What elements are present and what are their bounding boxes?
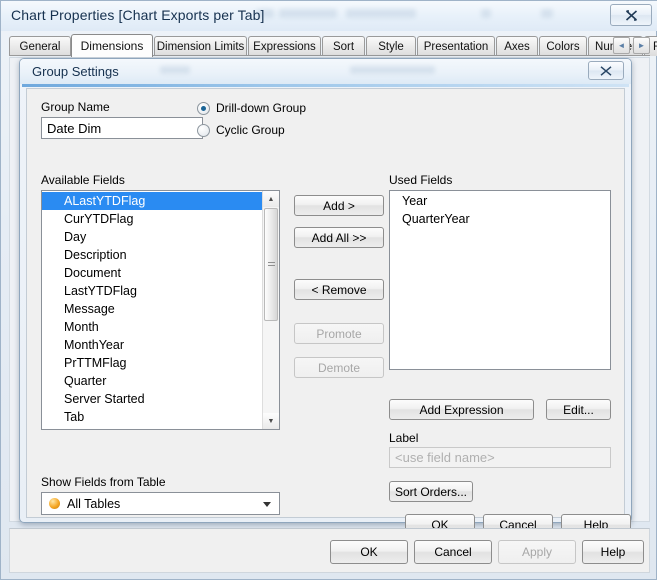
window-titlebar: Chart Properties [Chart Exports per Tab] (1, 1, 657, 31)
tab-colors[interactable]: Colors (539, 36, 587, 56)
list-item[interactable]: ALastYTDFlag (42, 192, 262, 210)
add-all-button[interactable]: Add All >> (294, 227, 384, 248)
group-settings-dialog: Group Settings Group Name Date Dim Drill… (19, 58, 632, 536)
used-fields-label: Used Fields (389, 173, 453, 187)
list-item[interactable]: Document (42, 264, 262, 282)
list-item[interactable]: PrTTMFlag (42, 354, 262, 372)
group-settings-titlebar: Group Settings (20, 59, 631, 84)
label-field-input[interactable]: <use field name> (389, 447, 611, 468)
radio-unselected-icon (197, 123, 210, 137)
list-item[interactable]: Quarter (42, 372, 262, 390)
chevron-down-icon (263, 501, 271, 507)
group-name-label: Group Name (41, 100, 110, 114)
radio-selected-icon (197, 101, 210, 115)
tab-presentation[interactable]: Presentation (417, 36, 495, 56)
dialog-ghost-artifact (160, 66, 190, 74)
help-button[interactable]: Help (582, 540, 644, 564)
dialog-accent-bar (22, 84, 629, 87)
demote-button[interactable]: Demote (294, 357, 384, 378)
sort-orders-button[interactable]: Sort Orders... (389, 481, 473, 502)
list-item[interactable]: Year (390, 192, 610, 210)
dialog-ghost-artifact (350, 66, 435, 74)
used-fields-listbox[interactable]: Year QuarterYear (389, 190, 611, 370)
show-fields-from-table-label: Show Fields from Table (41, 475, 166, 489)
property-tabs: General Dimensions Dimension Limits Expr… (9, 34, 657, 57)
tab-axes[interactable]: Axes (496, 36, 538, 56)
tab-dimensions[interactable]: Dimensions (71, 34, 153, 57)
titlebar-ghost-artifact (541, 9, 553, 18)
cyclic-group-radio[interactable]: Cyclic Group (197, 123, 285, 137)
titlebar-ghost-artifact (279, 9, 337, 18)
titlebar-ghost-artifact (346, 9, 416, 18)
promote-button[interactable]: Promote (294, 323, 384, 344)
apply-button[interactable]: Apply (498, 540, 576, 564)
list-item[interactable]: Tab (42, 408, 262, 426)
titlebar-ghost-artifact (481, 9, 491, 18)
close-glyph (600, 65, 612, 76)
remove-button[interactable]: < Remove (294, 279, 384, 300)
tab-sort[interactable]: Sort (322, 36, 365, 56)
list-item[interactable]: Server Started (42, 390, 262, 408)
group-settings-title: Group Settings (32, 64, 119, 79)
tab-dimension-limits[interactable]: Dimension Limits (154, 36, 247, 56)
label-field-label: Label (389, 431, 419, 445)
show-fields-from-table-value: All Tables (67, 496, 121, 511)
group-name-input[interactable]: Date Dim (41, 117, 203, 139)
chart-properties-window: Chart Properties [Chart Exports per Tab]… (0, 0, 657, 580)
scrollbar-thumb[interactable] (264, 208, 278, 321)
ok-button[interactable]: OK (330, 540, 408, 564)
scroll-up-icon[interactable]: ▲ (263, 191, 279, 207)
tab-style[interactable]: Style (366, 36, 416, 56)
scrollbar-grip-icon (267, 261, 275, 268)
group-settings-body: Group Name Date Dim Drill-down Group Cyc… (26, 88, 631, 536)
add-button[interactable]: Add > (294, 195, 384, 216)
table-orb-icon (49, 498, 60, 509)
used-fields-items: Year QuarterYear (390, 191, 610, 369)
close-glyph (625, 9, 637, 21)
add-expression-button[interactable]: Add Expression (389, 399, 534, 420)
list-item[interactable]: Message (42, 300, 262, 318)
list-item[interactable]: Day (42, 228, 262, 246)
tab-general[interactable]: General (9, 36, 71, 56)
list-item[interactable]: LastYTDFlag (42, 282, 262, 300)
list-item[interactable]: CurYTDFlag (42, 210, 262, 228)
list-item[interactable]: Timestamp (42, 426, 262, 429)
drill-down-group-radio[interactable]: Drill-down Group (197, 101, 306, 115)
cyclic-group-label: Cyclic Group (216, 123, 285, 137)
tab-expressions[interactable]: Expressions (248, 36, 321, 56)
scroll-down-icon[interactable]: ▼ (263, 413, 279, 429)
available-fields-label: Available Fields (41, 173, 125, 187)
dialog-close-icon[interactable] (588, 61, 624, 80)
available-fields-items: ALastYTDFlag CurYTDFlag Day Description … (42, 191, 262, 429)
edit-button[interactable]: Edit... (546, 399, 611, 420)
available-fields-listbox[interactable]: ALastYTDFlag CurYTDFlag Day Description … (41, 190, 280, 430)
available-fields-scrollbar[interactable]: ▲ ▼ (262, 191, 279, 429)
tab-scroll-right-button[interactable]: ► (633, 37, 650, 54)
cancel-button[interactable]: Cancel (414, 540, 492, 564)
window-title: Chart Properties [Chart Exports per Tab] (11, 7, 265, 23)
window-footer: OK Cancel Apply Help (9, 528, 650, 573)
list-item[interactable]: Description (42, 246, 262, 264)
close-icon[interactable] (610, 4, 652, 26)
list-item[interactable]: QuarterYear (390, 210, 610, 228)
drill-down-group-label: Drill-down Group (216, 101, 307, 115)
list-item[interactable]: MonthYear (42, 336, 262, 354)
tab-scroll-left-button[interactable]: ◄ (613, 37, 630, 54)
list-item[interactable]: Month (42, 318, 262, 336)
show-fields-from-table-combobox[interactable]: All Tables (41, 492, 280, 515)
